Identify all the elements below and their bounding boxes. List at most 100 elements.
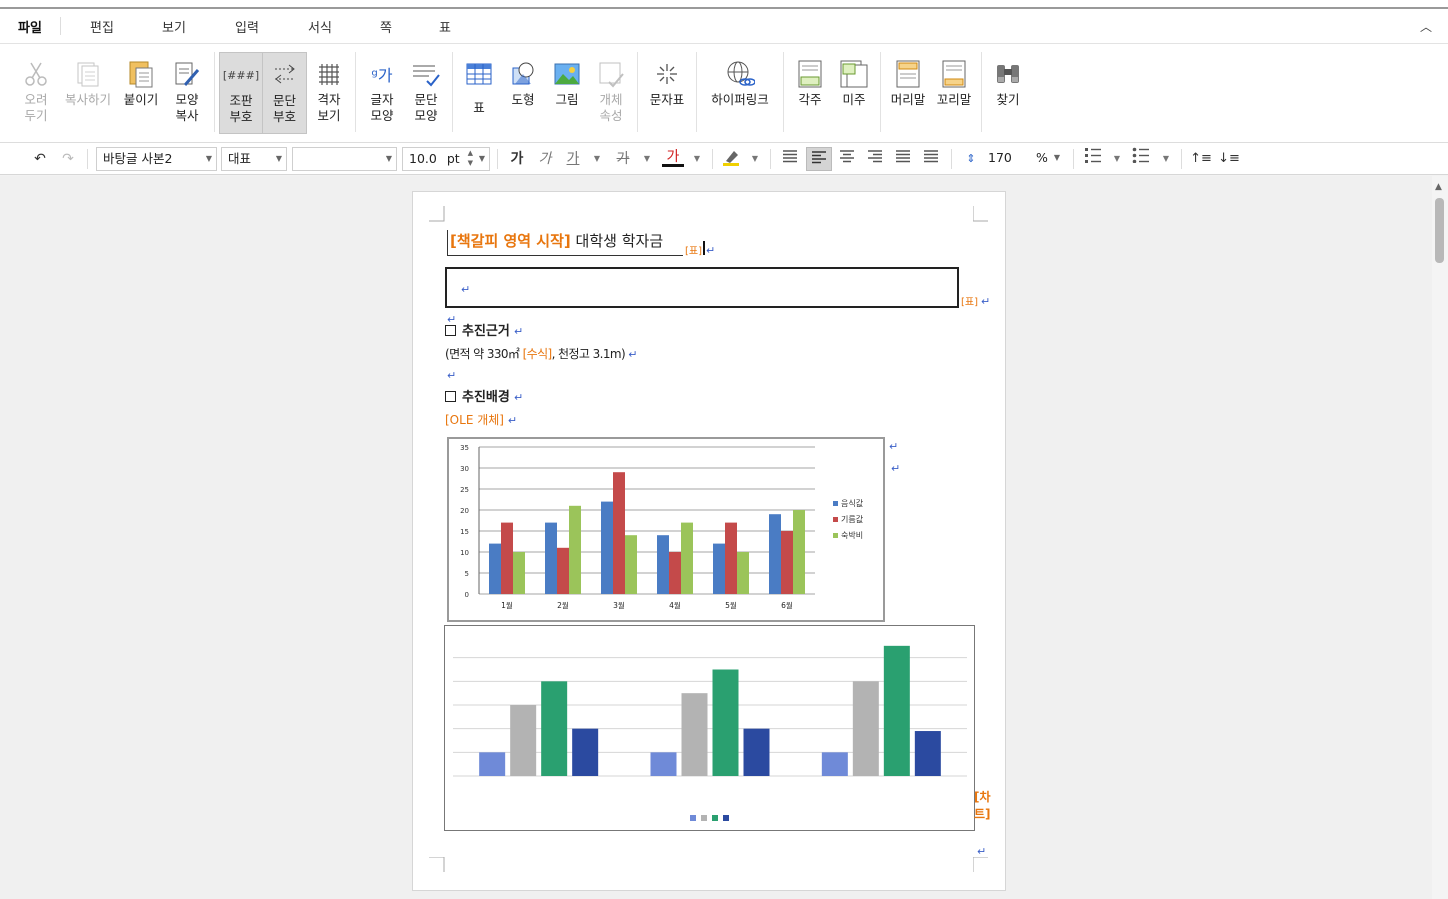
section1-body: (면적 약 330㎡ [수식], 천정고 3.1m) ↵ [445, 345, 637, 362]
vertical-scrollbar[interactable]: ▲ [1432, 176, 1448, 899]
menu-bar: 파일 편집 보기 입력 서식 쪽 표 ︿ [0, 9, 1448, 44]
font-size-field[interactable]: 10.0 pt ▲ ▼ ▼ [402, 147, 490, 171]
highlighter-icon[interactable] [720, 147, 742, 171]
object-props-button[interactable]: 개체 속성 [589, 52, 633, 134]
scroll-up-icon[interactable]: ▲ [1435, 182, 1442, 192]
chart-object[interactable] [444, 625, 975, 831]
char-shape-button[interactable]: ᵍ가 글자 모양 [360, 52, 404, 134]
hyperlink-button[interactable]: 하이퍼링크 [701, 52, 779, 134]
table-insert-button[interactable]: 표 [457, 52, 501, 134]
dropdown-arrow-icon[interactable]: ▼ [590, 147, 604, 171]
bar [625, 535, 637, 594]
bar [657, 535, 669, 594]
strike-button[interactable]: 가 [612, 147, 634, 171]
document-workspace[interactable]: [책갈피 영역 시작] 대학생 학자금 [표] ↵ ↵ [표] ↵ ↵ 추진근거… [0, 176, 1448, 899]
copy-label: 복사하기 [64, 92, 111, 107]
menu-table[interactable]: 표 [409, 17, 481, 36]
dropdown-arrow-icon[interactable]: ▼ [690, 147, 704, 171]
header-button[interactable]: 머리말 [885, 52, 931, 134]
increase-indent-icon[interactable]: ↑≡ [1190, 147, 1212, 171]
bar [613, 472, 625, 594]
numbered-list-icon[interactable] [1082, 147, 1104, 171]
layout-marks-toggle[interactable]: [###] 조판 부호 [219, 52, 263, 134]
justify-icon[interactable] [778, 147, 802, 171]
dropdown-arrow-icon[interactable]: ▼ [748, 147, 762, 171]
bar [852, 681, 879, 776]
format-copy-button[interactable]: 모양 복사 [164, 52, 210, 134]
cut-button[interactable]: 오려 두기 [14, 52, 58, 134]
align-left-icon[interactable] [806, 147, 832, 171]
split-align-icon[interactable] [919, 147, 943, 171]
underline-button[interactable]: 가 [562, 147, 584, 171]
grid-view-button[interactable]: 격자 보기 [307, 52, 351, 134]
line-spacing-field[interactable]: 170% ▼ [982, 147, 1064, 171]
ribbon-divider [637, 52, 638, 132]
copy-button[interactable]: 복사하기 [58, 52, 118, 134]
font-lang-select[interactable]: 대표 ▼ [221, 147, 287, 171]
ole-chart-object[interactable]: 0 5 10 15 20 25 30 35 1월 2월 3월 4월 5월 6월 음식값 기름값 숙박비 [447, 437, 885, 622]
grid-icon [316, 56, 342, 92]
undo-icon[interactable]: ↶ [30, 147, 50, 171]
empty-table[interactable]: ↵ [445, 267, 959, 308]
italic-button[interactable]: 가 [534, 147, 556, 171]
ribbon-toolbar: 오려 두기 복사하기 붙이기 모양 복사 [###] 조판 부호 문단 부호 격… [0, 44, 1448, 143]
find-button[interactable]: 찾기 [986, 52, 1030, 134]
distribute-icon[interactable] [891, 147, 915, 171]
toolbar-divider [87, 149, 88, 169]
scroll-thumb[interactable] [1435, 198, 1444, 263]
bar [501, 522, 513, 594]
redo-icon[interactable]: ↷ [58, 147, 78, 171]
bold-button[interactable]: 가 [506, 147, 528, 171]
menu-format[interactable]: 서식 [277, 17, 363, 36]
char-shape-icon: ᵍ가 [371, 66, 393, 85]
paragraph-marks-toggle[interactable]: 문단 부호 [263, 52, 307, 134]
legend-swatch [712, 815, 718, 821]
footnote-button[interactable]: 각주 [788, 52, 832, 134]
dropdown-arrow-icon[interactable]: ▼ [1159, 147, 1173, 171]
dropdown-arrow-icon[interactable]: ▼ [640, 147, 654, 171]
window-top-edge [0, 0, 1448, 9]
bullet-list-icon[interactable] [1130, 147, 1152, 171]
spinner-icon[interactable]: ▲ ▼ [468, 148, 473, 168]
bar [545, 522, 557, 594]
para-shape-button[interactable]: 문단 모양 [404, 52, 448, 134]
char-table-button[interactable]: 문자표 [642, 52, 692, 134]
y-tick-label: 10 [460, 549, 469, 557]
decrease-indent-icon[interactable]: ↓≡ [1218, 147, 1240, 171]
bookmark-start-tag: [책갈피 영역 시작] [450, 232, 571, 250]
menu-page[interactable]: 쪽 [363, 17, 409, 36]
x-tick-label: 2월 [557, 600, 569, 610]
chevron-up-icon[interactable]: ︿ [1420, 18, 1432, 35]
shape-insert-button[interactable]: 도형 [501, 52, 545, 134]
x-tick-label: 1월 [501, 600, 513, 610]
style-select[interactable]: 바탕글 사본2 ▼ [96, 147, 217, 171]
bar [557, 547, 569, 594]
menu-edit[interactable]: 편집 [73, 17, 131, 36]
ribbon-divider [981, 52, 982, 132]
toolbar-divider [951, 149, 952, 169]
font-color-button[interactable]: 가 [662, 147, 684, 167]
menu-insert[interactable]: 입력 [217, 17, 277, 36]
document-page[interactable]: [책갈피 영역 시작] 대학생 학자금 [표] ↵ ↵ [표] ↵ ↵ 추진근거… [412, 191, 1006, 891]
endnote-button[interactable]: 미주 [832, 52, 876, 134]
table-icon [465, 56, 493, 92]
bar [781, 531, 793, 594]
font-name-select[interactable]: ▼ [292, 147, 397, 171]
dropdown-arrow-icon[interactable]: ▼ [1110, 147, 1124, 171]
ole-tag: [OLE 개체] [445, 413, 504, 427]
legend-label: 숙박비 [841, 530, 863, 540]
y-tick-label: 30 [460, 465, 469, 473]
footnote-icon [797, 56, 823, 92]
align-right-icon[interactable] [863, 147, 887, 171]
picture-insert-button[interactable]: 그림 [545, 52, 589, 134]
align-center-icon[interactable] [835, 147, 859, 171]
ribbon-divider [355, 52, 356, 132]
menu-view[interactable]: 보기 [131, 17, 217, 36]
footer-button[interactable]: 꼬리말 [931, 52, 977, 134]
object-props-icon [597, 56, 625, 92]
layout-marks-icon: [###] [222, 68, 260, 82]
menu-file[interactable]: 파일 [0, 17, 60, 36]
title-cell[interactable]: [책갈피 영역 시작] 대학생 학자금 [447, 230, 683, 256]
paste-button[interactable]: 붙이기 [118, 52, 164, 134]
shape-icon [509, 56, 537, 92]
